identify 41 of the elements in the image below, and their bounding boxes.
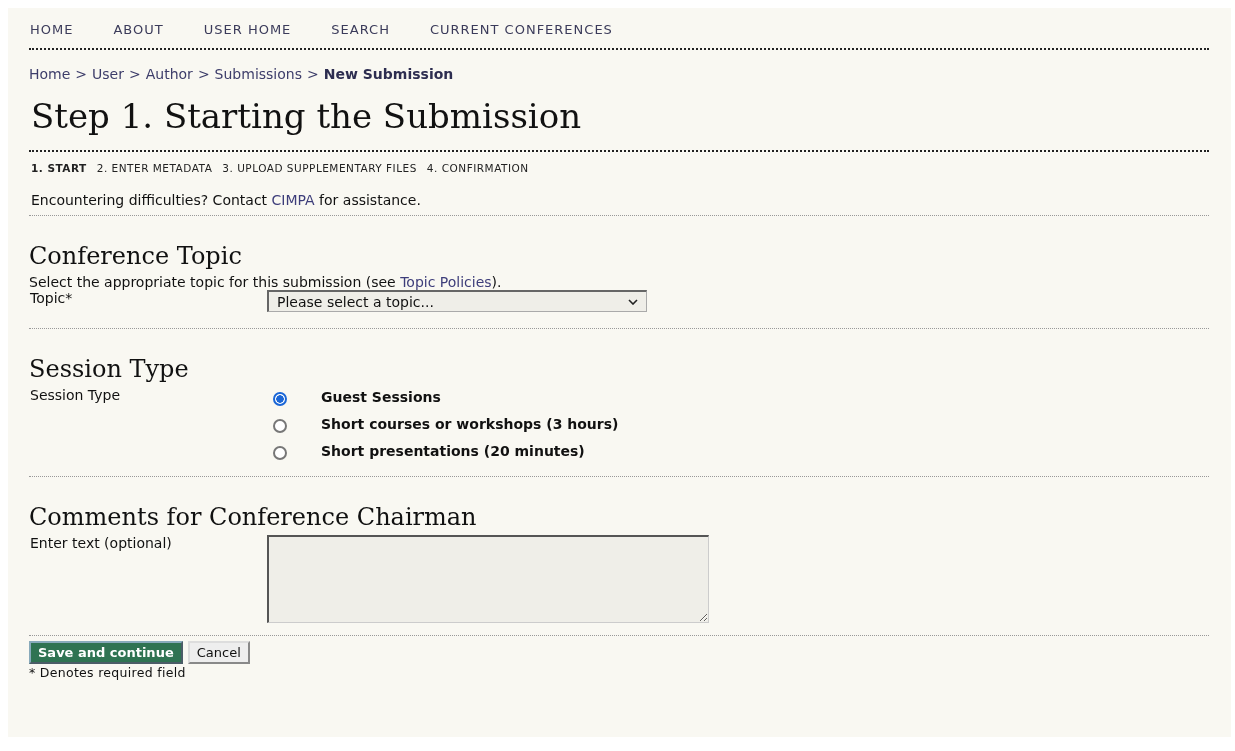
breadcrumb-separator: > (129, 66, 141, 82)
section-heading: Session Type (29, 355, 190, 383)
breadcrumb-link[interactable]: Author (145, 66, 193, 82)
breadcrumb-separator: > (197, 66, 210, 82)
breadcrumb-link[interactable]: Submissions (214, 66, 302, 82)
nav-link[interactable]: CURRENT CONFERENCES (429, 22, 613, 37)
policies-link[interactable]: Topic Policies (400, 274, 492, 290)
field-label: Enter text (optional) (29, 535, 173, 551)
radio-label: Short presentations (20 minutes) (321, 442, 585, 459)
step-tab[interactable]: 4. CONFIRMATION (426, 162, 529, 174)
radio-button[interactable] (273, 446, 287, 460)
nav-link[interactable]: HOME (30, 22, 74, 37)
breadcrumb-separator: > (307, 66, 319, 82)
step-tab[interactable]: 3. UPLOAD SUPPLEMENTARY FILES (222, 162, 417, 174)
radio-button[interactable] (273, 392, 287, 406)
section-heading: Comments for Conference Chairman (29, 503, 478, 531)
page-title: Step 1. Starting the Submission (31, 96, 583, 136)
radio-button[interactable] (273, 419, 287, 433)
nav-link[interactable]: ABOUT (113, 22, 164, 37)
chevron-down-icon (628, 298, 638, 305)
cancel-button[interactable]: Cancel (187, 641, 250, 664)
breadcrumb-link[interactable]: Home (29, 66, 71, 82)
breadcrumb-separator: > (75, 66, 88, 82)
save-button[interactable]: Save and continue (29, 641, 183, 664)
contact-link[interactable]: CIMPA (271, 192, 315, 208)
step-tab[interactable]: 1. START (31, 162, 87, 174)
radio-label: Guest Sessions (321, 388, 441, 405)
field-label: Session Type (29, 387, 122, 403)
nav-link[interactable]: SEARCH (331, 22, 390, 37)
radio-label: Short courses or workshops (3 hours) (321, 415, 619, 432)
topic-select[interactable]: Please select a topic... (267, 290, 647, 312)
breadcrumb-link[interactable]: New Submission (323, 66, 454, 82)
topic-description: Select the appropriate topic for this submission (see Topic Policies). (29, 274, 503, 290)
step-tab[interactable]: 2. ENTER METADATA (96, 162, 213, 174)
footnote: * Denotes required field (29, 665, 187, 680)
comments-field[interactable] (267, 535, 709, 623)
section-heading: Conference Topic (29, 242, 243, 270)
nav-link[interactable]: USER HOME (203, 22, 292, 37)
help-text: Encountering difficulties? Contact CIMPA for assistance. (31, 192, 422, 208)
breadcrumb-link[interactable]: User (92, 66, 124, 82)
field-label: Topic* (29, 290, 74, 306)
